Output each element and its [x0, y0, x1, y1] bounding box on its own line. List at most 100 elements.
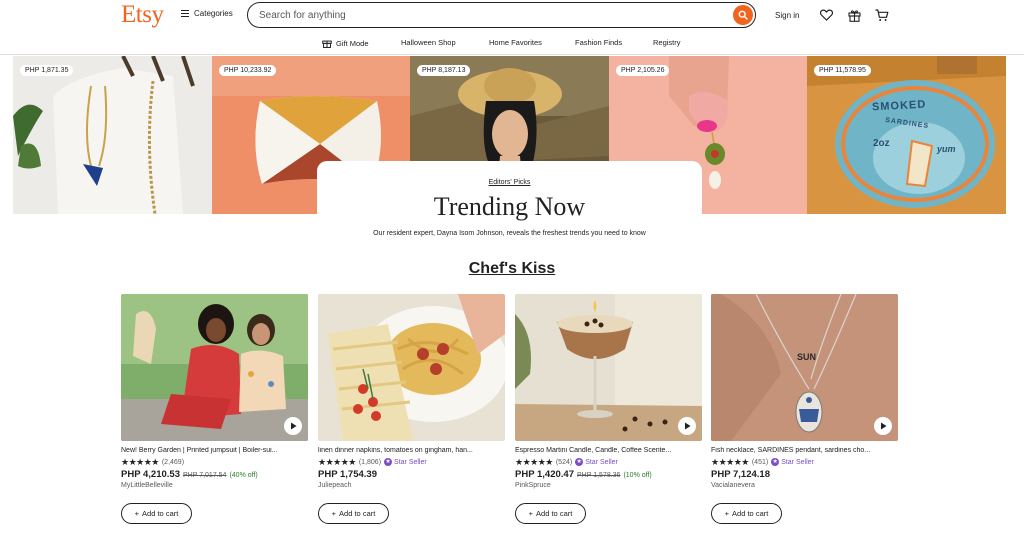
add-to-cart-button[interactable]: + Add to cart	[711, 503, 782, 524]
categories-menu[interactable]: Categories	[181, 9, 233, 18]
product-card[interactable]: linen dinner napkins, tomatoes on gingha…	[318, 294, 505, 524]
search-icon	[738, 10, 748, 20]
product-title[interactable]: linen dinner napkins, tomatoes on gingha…	[318, 447, 505, 454]
product-card[interactable]: New! Berry Garden | Printed jumpsuit | B…	[121, 294, 308, 524]
play-video-button[interactable]	[284, 417, 302, 435]
cart-button-label: Add to cart	[339, 509, 376, 518]
price-tag: PHP 1,871.35	[20, 65, 74, 76]
original-price: PHP 7,017.54	[182, 472, 227, 479]
product-rating: ★★★★★ (2,469)	[121, 457, 308, 467]
product-price: PHP 7,124.18	[711, 469, 770, 480]
section-title[interactable]: Chef's Kiss	[0, 260, 1024, 278]
plus-icon: +	[724, 509, 730, 518]
product-rating: ★★★★★ (524) ★ Star Seller	[515, 457, 702, 467]
product-card[interactable]: Espresso Martini Candle, Candle, Coffee …	[515, 294, 702, 524]
sign-in-link[interactable]: Sign in	[775, 11, 799, 20]
hero-tile-patch[interactable]: SMOKED SARDINES 2oz yum PHP 11,578.95	[807, 56, 1006, 214]
review-count: (524)	[555, 458, 573, 466]
product-image[interactable]	[121, 294, 308, 441]
plus-icon: +	[331, 509, 337, 518]
categories-label: Categories	[194, 9, 233, 18]
candle-photo	[515, 294, 702, 441]
category-nav: Gift Mode Halloween Shop Home Favorites …	[0, 31, 1024, 55]
star-seller-badge: ★ Star Seller	[384, 458, 427, 466]
patch-text-yum: yum	[937, 144, 956, 154]
nav-label: Registry	[653, 38, 681, 47]
star-rating-icon: ★★★★★	[121, 457, 159, 467]
nav-home-favorites[interactable]: Home Favorites	[489, 38, 542, 47]
price-tag: PHP 10,233.92	[219, 65, 277, 76]
nav-halloween-shop[interactable]: Halloween Shop	[401, 38, 456, 47]
shop-name[interactable]: Vacialanevera	[711, 482, 898, 489]
editors-picks-link[interactable]: Editors' Picks	[317, 179, 702, 186]
star-seller-badge: ★ Star Seller	[575, 458, 618, 466]
star-seller-label: Star Seller	[394, 458, 427, 466]
add-to-cart-button[interactable]: + Add to cart	[515, 503, 586, 524]
site-header: Etsy Categories Sign in	[0, 0, 1024, 31]
search-input[interactable]	[259, 9, 733, 21]
product-title[interactable]: New! Berry Garden | Printed jumpsuit | B…	[121, 447, 308, 454]
star-rating-icon: ★★★★★	[515, 457, 553, 467]
nav-label: Home Favorites	[489, 38, 542, 47]
price-tag: PHP 11,578.95	[814, 65, 871, 76]
necklace-image	[13, 56, 212, 214]
add-to-cart-button[interactable]: + Add to cart	[121, 503, 192, 524]
price-row: PHP 4,210.53 PHP 7,017.54 (40% off)	[121, 469, 308, 480]
product-rating: ★★★★★ (451) ★ Star Seller	[711, 457, 898, 467]
etsy-logo[interactable]: Etsy	[121, 1, 164, 29]
play-video-button[interactable]	[874, 417, 892, 435]
trending-title: Trending Now	[433, 192, 586, 221]
nav-registry[interactable]: Registry	[653, 38, 681, 47]
original-price: PHP 1,578.36	[576, 472, 621, 479]
product-card[interactable]: SUN Fish necklace, SARDINES pendant, sar…	[711, 294, 898, 524]
price-row: PHP 1,754.39	[318, 469, 505, 480]
cart-icon[interactable]	[874, 7, 890, 23]
cart-button-label: Add to cart	[732, 509, 769, 518]
price-row: PHP 7,124.18	[711, 469, 898, 480]
nav-fashion-finds[interactable]: Fashion Finds	[575, 38, 622, 47]
hamburger-icon	[181, 10, 189, 17]
discount-label: (40% off)	[229, 472, 258, 479]
jumpsuit-photo	[121, 294, 308, 441]
star-rating-icon: ★★★★★	[711, 457, 749, 467]
shop-name[interactable]: PinkSpruce	[515, 482, 702, 489]
shop-name[interactable]: MyLittleBelleville	[121, 482, 308, 489]
product-price: PHP 1,754.39	[318, 469, 377, 480]
product-price: PHP 1,420.47	[515, 469, 574, 480]
star-seller-icon: ★	[771, 458, 780, 466]
nav-label: Halloween Shop	[401, 38, 456, 47]
play-icon	[290, 422, 296, 430]
product-title[interactable]: Fish necklace, SARDINES pendant, sardine…	[711, 447, 898, 454]
product-rating: ★★★★★ (1,806) ★ Star Seller	[318, 457, 505, 467]
product-image[interactable]	[515, 294, 702, 441]
patch-text-2oz: 2oz	[873, 138, 890, 149]
star-seller-badge: ★ Star Seller	[771, 458, 814, 466]
trending-description: Our resident expert, Dayna Isom Johnson,…	[373, 230, 646, 237]
search-bar	[247, 2, 756, 28]
product-title[interactable]: Espresso Martini Candle, Candle, Coffee …	[515, 447, 702, 454]
nav-gift-mode[interactable]: Gift Mode	[322, 38, 369, 48]
sardines-patch-image	[807, 56, 1006, 214]
napkins-photo	[318, 294, 505, 441]
plus-icon: +	[528, 509, 534, 518]
star-seller-label: Star Seller	[585, 458, 618, 466]
shop-name[interactable]: Juliepeach	[318, 482, 505, 489]
review-count: (2,469)	[161, 458, 185, 466]
product-image[interactable]	[318, 294, 505, 441]
fish-necklace-photo	[711, 294, 898, 441]
discount-label: (10% off)	[623, 472, 652, 479]
hero-tile-necklace[interactable]: PHP 1,871.35	[13, 56, 212, 214]
gift-icon[interactable]	[846, 7, 862, 23]
favorites-heart-icon[interactable]	[818, 7, 834, 23]
play-icon	[684, 422, 690, 430]
search-button[interactable]	[733, 5, 753, 25]
star-seller-label: Star Seller	[781, 458, 814, 466]
trending-card: Editors' Picks Trending Now Our resident…	[317, 161, 702, 261]
star-rating-icon: ★★★★★	[318, 457, 356, 467]
play-video-button[interactable]	[678, 417, 696, 435]
star-seller-icon: ★	[384, 458, 393, 466]
product-image[interactable]: SUN	[711, 294, 898, 441]
product-price: PHP 4,210.53	[121, 469, 180, 480]
play-icon	[880, 422, 886, 430]
add-to-cart-button[interactable]: + Add to cart	[318, 503, 389, 524]
